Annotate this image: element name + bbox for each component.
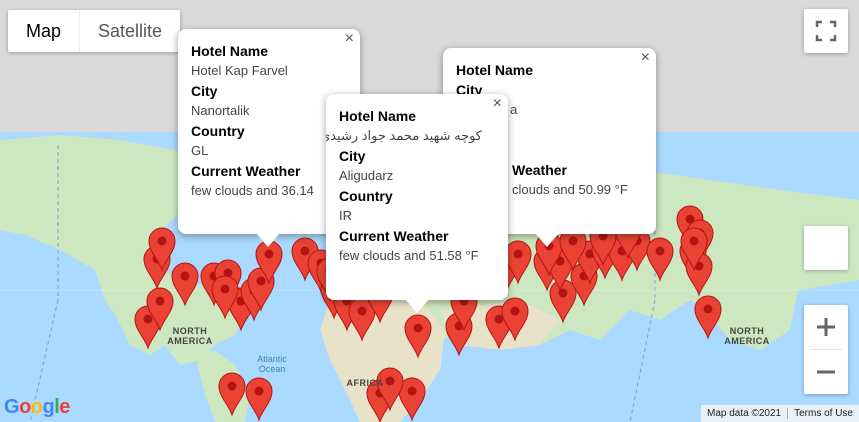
country-label: Country bbox=[191, 123, 245, 139]
city-value: Aligudarz bbox=[339, 168, 394, 183]
fullscreen-icon bbox=[815, 20, 837, 42]
map-marker-dot bbox=[155, 296, 165, 306]
map-type-satellite-button[interactable]: Satellite bbox=[80, 10, 180, 52]
hotel-name-label: Hotel Name bbox=[456, 62, 534, 78]
plus-icon bbox=[817, 318, 835, 336]
map-data-text: Map data ©2021 bbox=[707, 408, 782, 419]
label-north-america: NORTH AMERICA bbox=[167, 326, 213, 346]
map-marker-dot bbox=[357, 306, 367, 316]
weather-label: Current Weather bbox=[191, 163, 301, 179]
hotel-name-value: کوچه شهید محمد جواد رشیدی bbox=[326, 128, 482, 143]
weather-value: few clouds and 36.14 bbox=[191, 183, 314, 198]
map-marker-dot bbox=[227, 381, 237, 391]
infowindow-tail bbox=[405, 299, 429, 313]
infowindow-tail bbox=[535, 233, 559, 247]
map-marker-dot bbox=[413, 323, 423, 333]
infowindow-tail bbox=[256, 233, 280, 247]
label-atlantic-ocean: Atlantic Ocean bbox=[257, 354, 287, 374]
close-icon[interactable]: × bbox=[641, 50, 650, 66]
map-marker-dot bbox=[689, 236, 699, 246]
map-attribution: Map data ©2021 Terms of Use bbox=[701, 405, 859, 422]
map-type-control: Map Satellite bbox=[8, 10, 181, 52]
map-marker-dot bbox=[264, 249, 274, 259]
hotel-name-label: Hotel Name bbox=[191, 43, 269, 59]
map-marker-dot bbox=[407, 386, 417, 396]
weather-label: Current Weather bbox=[339, 228, 449, 244]
infowindow-aligudarz: × Hotel Name کوچه شهید محمد جواد رشیدی C… bbox=[326, 94, 508, 300]
google-logo[interactable]: Google bbox=[4, 396, 70, 419]
map-marker-dot bbox=[510, 306, 520, 316]
map-marker-dot bbox=[300, 246, 310, 256]
map-marker-dot bbox=[655, 246, 665, 256]
map-marker-dot bbox=[157, 236, 167, 246]
map-canvas[interactable]: NORTH AMERICA NORTH AMERICA AFRICA Atlan… bbox=[0, 0, 859, 422]
close-icon[interactable]: × bbox=[493, 96, 502, 112]
map-marker-dot bbox=[568, 236, 578, 246]
map-type-map-button[interactable]: Map bbox=[8, 10, 81, 52]
city-label: City bbox=[191, 83, 218, 99]
zoom-out-button[interactable] bbox=[804, 350, 848, 394]
close-icon[interactable]: × bbox=[345, 31, 354, 47]
city-label: City bbox=[339, 148, 366, 164]
minus-icon bbox=[817, 370, 835, 374]
label-africa: AFRICA bbox=[346, 378, 384, 388]
country-value: GL bbox=[191, 143, 209, 158]
country-label: Country bbox=[339, 188, 393, 204]
map-marker-dot bbox=[254, 386, 264, 396]
hotel-name-value: Hotel Kap Farvel bbox=[191, 63, 288, 78]
weather-value: few clouds and 51.58 °F bbox=[339, 248, 479, 263]
hotel-name-label: Hotel Name bbox=[339, 108, 417, 124]
map-marker-dot bbox=[494, 314, 504, 324]
label-north-america-east: NORTH AMERICA bbox=[724, 326, 770, 346]
map-marker-dot bbox=[220, 284, 230, 294]
map-marker-dot bbox=[180, 271, 190, 281]
zoom-in-button[interactable] bbox=[804, 305, 848, 349]
map-marker-dot bbox=[513, 249, 523, 259]
map-marker-dot bbox=[143, 314, 153, 324]
country-value: IR bbox=[339, 208, 352, 223]
fullscreen-button[interactable] bbox=[804, 9, 848, 53]
zoom-control bbox=[804, 305, 848, 394]
map-marker-dot bbox=[256, 276, 266, 286]
street-view-pegman-slot[interactable] bbox=[804, 226, 848, 270]
city-value: Nanortalik bbox=[191, 103, 250, 118]
map-marker-dot bbox=[703, 304, 713, 314]
terms-of-use-link[interactable]: Terms of Use bbox=[788, 408, 859, 419]
